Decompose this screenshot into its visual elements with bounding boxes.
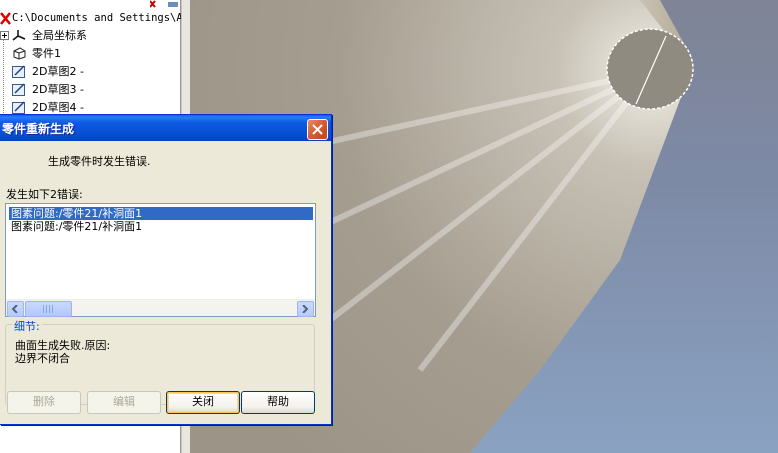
sketch-icon [12,65,25,78]
part-icon [13,47,26,60]
delete-button[interactable]: 删除 [7,391,81,414]
hole-boundary [606,28,694,110]
chevron-right-icon [302,305,308,313]
help-button[interactable]: 帮助 [241,391,315,414]
sketch-icon [12,83,25,96]
tree-item-label: 2D草图2 - [32,65,84,78]
error-list-item[interactable]: 图素问题:/零件21/补洞面1 [9,207,313,220]
details-line: 曲面生成失败.原因: [15,339,111,352]
close-button-label: 关闭 [192,395,214,408]
close-button[interactable] [307,119,328,140]
scroll-left-button[interactable] [7,301,24,317]
chevron-left-icon [12,305,18,313]
regenerate-part-dialog: 零件重新生成 生成零件时发生错误. 发生如下2错误: 图素问题:/零件21/补洞… [0,114,332,425]
scroll-right-button[interactable] [297,301,314,317]
horizontal-scrollbar[interactable] [6,299,315,317]
tree-item-label: 2D草图3 - [32,83,84,96]
dialog-body: 生成零件时发生错误. 发生如下2错误: 图素问题:/零件21/补洞面1 图素问题… [0,141,331,424]
dialog-title: 零件重新生成 [2,122,75,136]
close-icon [312,124,323,135]
error-message: 生成零件时发生错误. [48,155,151,168]
error-list-item[interactable]: 图素问题:/零件21/补洞面1 [9,220,144,233]
tree-item-label: 零件1 [32,47,61,60]
tree-connector-line [3,40,5,115]
error-listbox[interactable]: 图素问题:/零件21/补洞面1 图素问题:/零件21/补洞面1 [5,203,316,317]
coordinate-system-icon [12,30,26,41]
details-title: 细节: [12,318,42,334]
details-line: 边界不闭合 [15,352,70,365]
panel-toolbar-icons [150,0,178,8]
expand-plus-icon[interactable] [0,31,9,40]
scroll-thumb[interactable] [25,301,72,317]
details-text: 曲面生成失败.原因: 边界不闭合 [15,339,110,365]
error-list-label: 发生如下2错误: [6,188,83,201]
tree-root-label: C:\Documents and Settings\Ac [12,12,190,24]
sketch-icon [12,101,25,114]
edit-button[interactable]: 编辑 [87,391,161,414]
dialog-title-bar[interactable]: 零件重新生成 [0,115,331,141]
tree-item-label: 全局坐标系 [32,29,87,42]
close-dialog-button[interactable]: 关闭 [166,391,240,414]
